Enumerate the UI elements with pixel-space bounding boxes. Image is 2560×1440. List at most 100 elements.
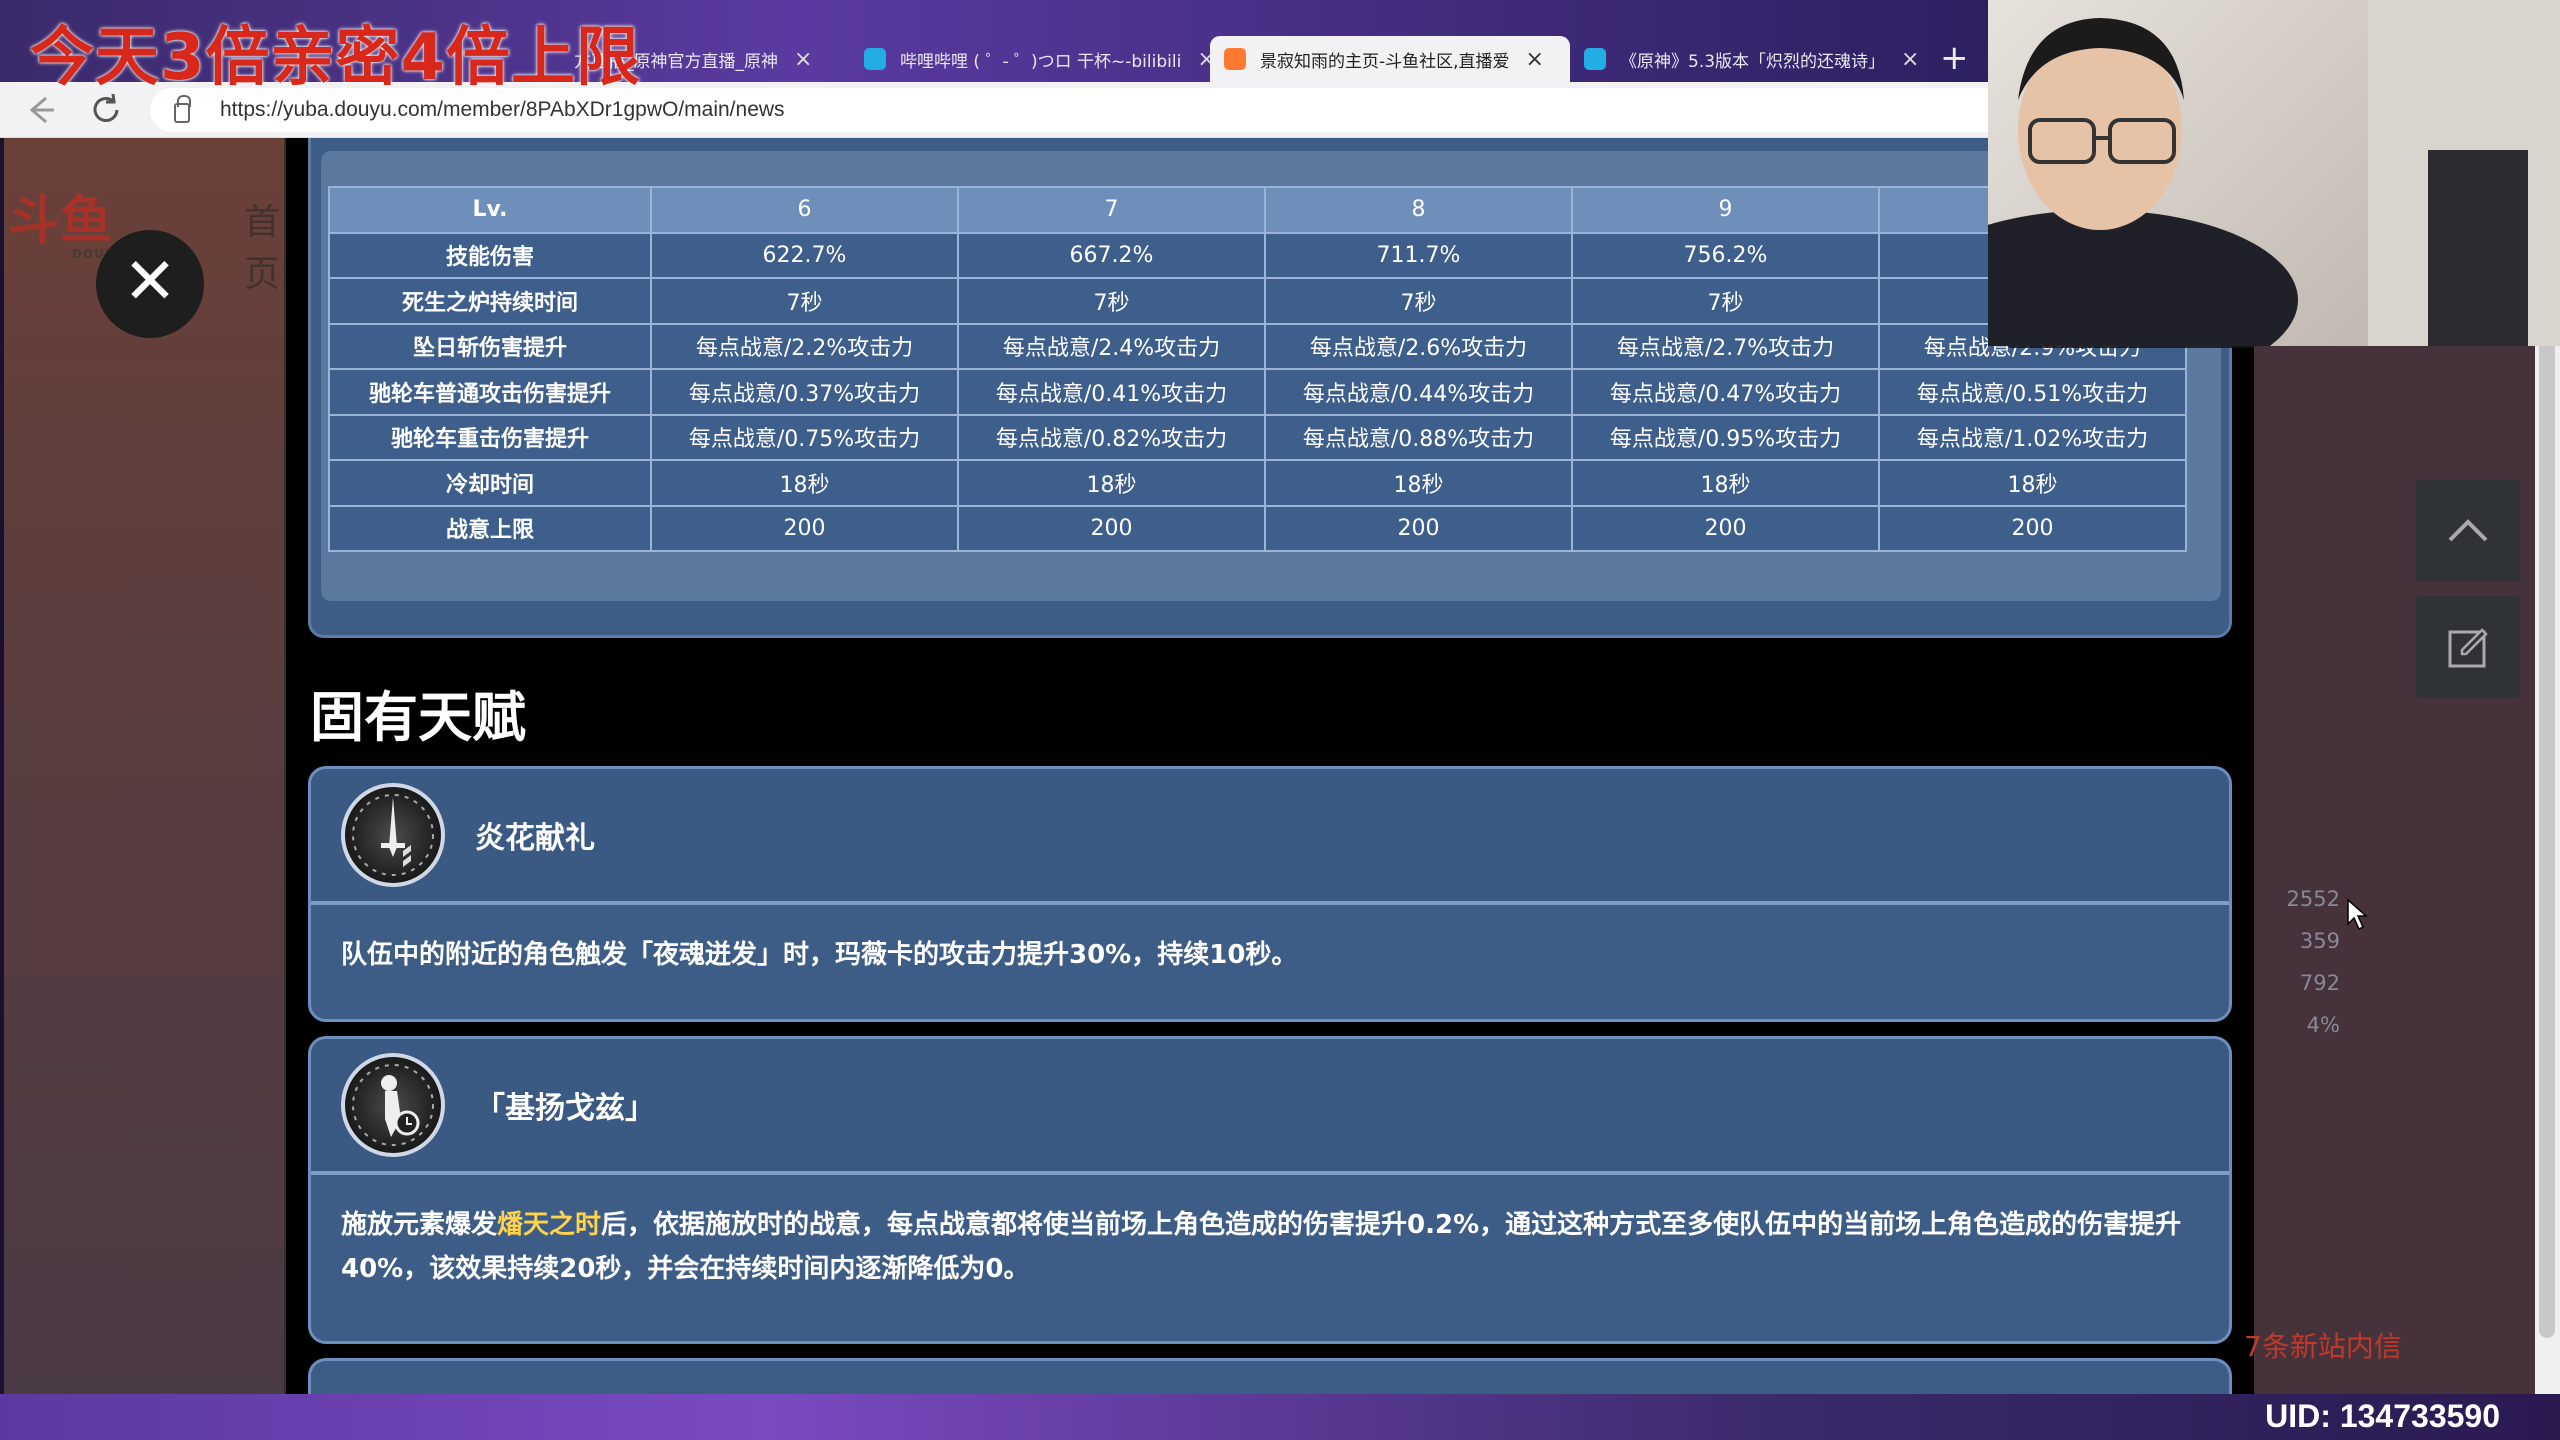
table-cell: 756.2% (1571, 231, 1880, 279)
bilibili-tab-icon (1584, 48, 1606, 70)
table-cell: 7秒 (957, 277, 1266, 325)
talent-header: 炎花献礼 (311, 769, 2229, 905)
table-cell: 每点战意/0.88%攻击力 (1264, 413, 1573, 461)
talent-name: 炎花献礼 (475, 821, 595, 856)
tab-label: 《原神》5.3版本「炽烈的还魂诗」 (1620, 51, 1886, 72)
bilibili-tab-icon (864, 48, 886, 70)
mouse-cursor-icon (2346, 898, 2370, 936)
table-cell: 200 (1571, 504, 1880, 552)
table-cell: 18秒 (650, 459, 959, 507)
table-row: 驰轮车重击伤害提升 每点战意/0.75%攻击力 每点战意/0.82%攻击力 每点… (328, 413, 2187, 461)
url-text: https://yuba.douyu.com/member/8PAbXDr1gp… (220, 98, 785, 121)
row-label: 战意上限 (328, 504, 652, 552)
talent-description: 队伍中的附近的角色触发「夜魂迸发」时，玛薇卡的攻击力提升30%，持续10秒。 (341, 940, 1298, 970)
logo-text: 斗鱼 (8, 191, 113, 251)
table-cell: 18秒 (1878, 459, 2187, 507)
webcam-overlay (1988, 0, 2560, 346)
table-cell: 每点战意/2.6%攻击力 (1264, 322, 1573, 370)
table-header-row: Lv. 6 7 8 9 (328, 186, 2187, 234)
row-label: 死生之炉持续时间 (328, 277, 652, 325)
douyu-tab-icon (1224, 48, 1246, 70)
table-cell: 每点战意/0.95%攻击力 (1571, 413, 1880, 461)
page-left-backdrop: 斗鱼 DOUYU.COM 首页 ✕ (4, 138, 284, 1394)
section-title: 固有天赋 (310, 686, 526, 749)
table-cell: 每点战意/0.51%攻击力 (1878, 368, 2187, 416)
table-header-cell: Lv. (328, 186, 652, 234)
talent-header: 「基扬戈兹」 (311, 1039, 2229, 1175)
talent-card: 「基扬戈兹」 施放元素爆发燔天之时后，依据施放时的战意，每点战意都将使当前场上角… (308, 1036, 2232, 1344)
table-cell: 7秒 (1571, 277, 1880, 325)
row-label: 驰轮车普通攻击伤害提升 (328, 368, 652, 416)
table-cell: 每点战意/0.75%攻击力 (650, 413, 959, 461)
table-header-cell: 6 (650, 186, 959, 234)
table-cell: 711.7% (1264, 231, 1573, 279)
stat-value: 792 (2299, 971, 2340, 995)
scroll-top-icon (2448, 519, 2488, 542)
stat-value: 359 (2299, 929, 2340, 953)
tab-label: 景寂知雨的主页-斗鱼社区,直播爱 (1260, 51, 1510, 72)
new-messages-link[interactable]: 7条新站内信 (2244, 1325, 2402, 1365)
image-viewer: Lv. 6 7 8 9 技能伤害 622.7% 667.2% 711.7% 75… (286, 138, 2296, 1394)
table-cell: 每点战意/0.37%攻击力 (650, 368, 959, 416)
browser-tab[interactable]: 哔哩哔哩 ( ゜- ゜)つロ 干杯~-bilibili × (850, 36, 1210, 82)
stat-value: 2552 (2286, 887, 2340, 911)
scrollbar-thumb[interactable] (2539, 338, 2555, 1338)
table-cell: 200 (650, 504, 959, 552)
table-header-cell: 9 (1571, 186, 1880, 234)
table-cell: 每点战意/0.82%攻击力 (957, 413, 1266, 461)
talent-desc-text: 后，依据施放时的战意，每点战意都将使当前场上角色造成的伤害提升0.2%，通过这种… (341, 1210, 2182, 1284)
close-viewer-button[interactable]: ✕ (96, 230, 204, 338)
table-cell: 每点战意/1.02%攻击力 (1878, 413, 2187, 461)
uid-label: UID: 134733590 (2265, 1398, 2500, 1434)
profile-stats: 2552 359 792 4% (2254, 878, 2340, 1046)
browser-tab-active[interactable]: 景寂知雨的主页-斗鱼社区,直播爱 × (1210, 36, 1570, 82)
stat-value: 4% (2306, 1013, 2340, 1037)
table-row: 死生之炉持续时间 7秒 7秒 7秒 7秒 (328, 277, 2187, 325)
table-row: 冷却时间 18秒 18秒 18秒 18秒 18秒 (328, 459, 2187, 507)
table-cell: 667.2% (957, 231, 1266, 279)
edit-icon (2448, 628, 2488, 668)
table-cell: 7秒 (1264, 277, 1573, 325)
table-cell: 每点战意/2.2%攻击力 (650, 322, 959, 370)
stream-bottom-bar: UID: 134733590 (0, 1394, 2560, 1440)
row-label: 驰轮车重击伤害提升 (328, 413, 652, 461)
table-cell: 每点战意/0.41%攻击力 (957, 368, 1266, 416)
figure-clock-talent-icon (341, 1053, 445, 1157)
lock-icon (174, 95, 191, 123)
table-cell: 200 (957, 504, 1266, 552)
tab-close-icon[interactable]: × (1901, 47, 1919, 72)
scroll-top-button[interactable] (2416, 480, 2520, 582)
talent-description: 施放元素爆发燔天之时后，依据施放时的战意，每点战意都将使当前场上角色造成的伤害提… (311, 1175, 2229, 1319)
table-header-cell: 7 (957, 186, 1266, 234)
table-cell: 200 (1878, 504, 2187, 552)
talent-name: 「基扬戈兹」 (475, 1091, 655, 1126)
tab-close-icon[interactable]: × (1197, 47, 1210, 72)
row-label: 冷却时间 (328, 459, 652, 507)
tab-close-icon[interactable]: × (1526, 47, 1544, 72)
table-cell: 622.7% (650, 231, 959, 279)
table-cell: 每点战意/0.44%攻击力 (1264, 368, 1573, 416)
table-cell: 每点战意/0.47%攻击力 (1571, 368, 1880, 416)
viewer-content: Lv. 6 7 8 9 技能伤害 622.7% 667.2% 711.7% 75… (308, 138, 2238, 1394)
tab-label: 哔哩哔哩 ( ゜- ゜)つロ 干杯~-bilibili (900, 51, 1182, 72)
table-cell: 18秒 (1571, 459, 1880, 507)
table-cell: 每点战意/2.7%攻击力 (1571, 322, 1880, 370)
browser-tab[interactable]: 《原神》5.3版本「炽烈的还魂诗」 × (1570, 36, 1930, 82)
table-cell: 18秒 (957, 459, 1266, 507)
streamer-figure (1988, 0, 2560, 346)
stream-overlay-title: 今天3倍亲密4倍上限 (30, 21, 642, 95)
level-table: Lv. 6 7 8 9 技能伤害 622.7% 667.2% 711.7% 75… (328, 186, 2187, 552)
nav-home-link[interactable]: 首页 (244, 193, 284, 297)
tab-close-icon[interactable]: × (794, 47, 812, 72)
table-row: 技能伤害 622.7% 667.2% 711.7% 756.2% (328, 231, 2187, 279)
talent-card: 炎花献礼 队伍中的附近的角色触发「夜魂迸发」时，玛薇卡的攻击力提升30%，持续1… (308, 766, 2232, 1022)
new-tab-button[interactable]: + (1940, 38, 1969, 78)
table-row: 驰轮车普通攻击伤害提升 每点战意/0.37%攻击力 每点战意/0.41%攻击力 … (328, 368, 2187, 416)
edit-button[interactable] (2416, 596, 2520, 698)
row-label: 坠日斩伤害提升 (328, 322, 652, 370)
table-cell: 200 (1264, 504, 1573, 552)
table-cell: 每点战意/2.4%攻击力 (957, 322, 1266, 370)
sword-talent-icon (341, 783, 445, 887)
table-row: 战意上限 200 200 200 200 200 (328, 504, 2187, 552)
talent-desc-highlight: 燔天之时 (497, 1210, 602, 1240)
